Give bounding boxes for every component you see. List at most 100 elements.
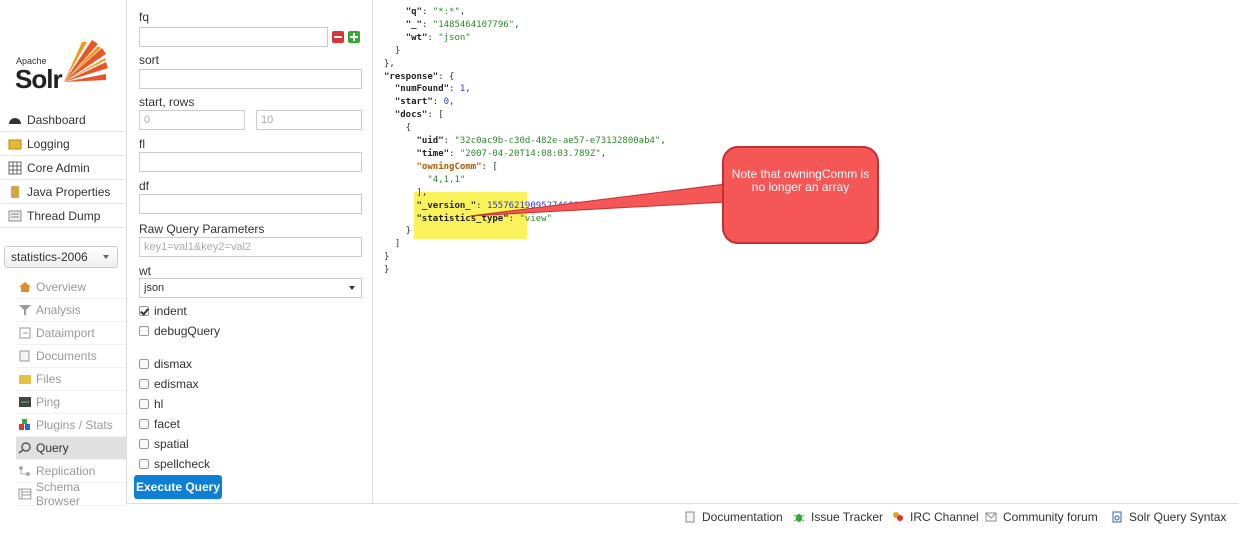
nav-java-properties-label: Java Properties [27, 184, 111, 199]
mail-icon [985, 512, 997, 522]
facet-checkbox[interactable]: facet [139, 417, 180, 431]
debugquery-label: debugQuery [154, 324, 221, 338]
home-icon [19, 282, 31, 292]
bug-icon [793, 514, 805, 522]
hl-label: hl [154, 397, 164, 411]
footer-community-forum-label: Community forum [1003, 510, 1098, 524]
core-menu-query-label: Query [36, 441, 69, 455]
folder-icon [19, 375, 31, 384]
rows-input[interactable]: 10 [256, 110, 362, 130]
wt-label: wt [139, 264, 151, 278]
core-menu-plugins-label: Plugins / Stats [36, 418, 113, 432]
wt-select[interactable]: json [139, 278, 362, 298]
nav-logging[interactable]: Logging [0, 132, 126, 156]
facet-label: facet [154, 417, 181, 431]
dashboard-icon [9, 117, 21, 124]
core-menu-analysis-label: Analysis [36, 303, 81, 317]
edismax-checkbox[interactable]: edismax [139, 377, 199, 391]
footer-issue-tracker-link[interactable]: Issue Tracker [793, 510, 883, 524]
sort-label: sort [139, 53, 160, 67]
core-menu-documents-label: Documents [36, 349, 97, 363]
sort-input[interactable] [139, 69, 362, 89]
core-menu-overview-label: Overview [36, 280, 87, 294]
core-menu-overview[interactable]: Overview [16, 276, 126, 299]
solr-sun-icon [64, 40, 108, 82]
core-selector[interactable]: statistics-2006 [4, 246, 118, 268]
dataimport-icon [19, 327, 31, 339]
syntax-icon [1112, 511, 1122, 523]
java-properties-icon [11, 185, 19, 198]
fl-label: fl [139, 137, 145, 151]
core-menu-query[interactable]: Query [16, 437, 126, 460]
nav-core-admin-label: Core Admin [27, 160, 90, 175]
checkbox-icon [139, 399, 149, 409]
solr-logo[interactable]: Apache Solr [10, 38, 120, 94]
core-menu-files-label: Files [36, 372, 62, 386]
irc-icon [893, 512, 903, 521]
logging-icon [8, 139, 22, 149]
checkbox-checked-icon [139, 306, 149, 316]
replication-icon [19, 466, 30, 476]
footer-solr-query-syntax-link[interactable]: Solr Query Syntax [1111, 510, 1226, 524]
nav-core-admin[interactable]: Core Admin [0, 156, 126, 180]
core-selector-value: statistics-2006 [11, 250, 88, 264]
spellcheck-checkbox[interactable]: spellcheck [139, 457, 210, 471]
df-input[interactable] [139, 194, 362, 214]
nav-thread-dump[interactable]: Thread Dump [0, 204, 126, 228]
df-label: df [139, 179, 150, 193]
fq-input[interactable] [139, 27, 328, 47]
footer-issue-tracker-label: Issue Tracker [811, 510, 884, 524]
documents-icon [19, 350, 30, 362]
core-menu-documents[interactable]: Documents [16, 345, 126, 368]
spatial-checkbox[interactable]: spatial [139, 437, 189, 451]
checkbox-icon [139, 419, 149, 429]
core-menu-plugins[interactable]: Plugins / Stats [16, 414, 126, 437]
footer-documentation-label: Documentation [702, 510, 783, 524]
add-fq-icon[interactable] [348, 31, 360, 43]
plugins-icon [19, 419, 30, 430]
hl-checkbox[interactable]: hl [139, 397, 163, 411]
nav-thread-dump-label: Thread Dump [27, 208, 101, 223]
core-menu-schema-browser[interactable]: Schema Browser [16, 480, 126, 508]
start-input[interactable]: 0 [139, 110, 245, 130]
debugquery-checkbox[interactable]: debugQuery [139, 324, 220, 338]
core-menu-ping[interactable]: Ping [16, 391, 126, 414]
core-menu-files[interactable]: Files [16, 368, 126, 391]
footer-irc-channel-link[interactable]: IRC Channel [892, 510, 979, 524]
query-form-panel: fq sort start, rows 0 10 fl df Raw Query… [126, 0, 373, 503]
core-menu-schema-browser-label: Schema Browser [35, 480, 80, 508]
checkbox-icon [139, 459, 149, 469]
remove-fq-icon[interactable] [332, 31, 344, 43]
raw-params-input[interactable]: key1=val1&key2=val2 [139, 237, 362, 257]
footer-solr-query-syntax-label: Solr Query Syntax [1129, 510, 1227, 524]
wt-select-value: json [144, 282, 165, 294]
checkbox-icon [139, 326, 149, 336]
documentation-icon [685, 511, 695, 523]
core-menu-dataimport-label: Dataimport [36, 326, 95, 340]
fq-label: fq [139, 10, 150, 24]
schema-icon [18, 488, 32, 500]
filter-icon [19, 305, 31, 315]
footer-documentation-link[interactable]: Documentation [684, 510, 783, 524]
core-menu-dataimport[interactable]: Dataimport [16, 322, 126, 345]
thread-dump-icon [8, 210, 22, 221]
dropdown-arrow-icon [349, 286, 355, 290]
footer-community-forum-link[interactable]: Community forum [985, 510, 1098, 524]
logo-solr-text: Solr [15, 64, 63, 94]
callout-pointer [470, 183, 727, 217]
core-menu-replication-label: Replication [36, 464, 96, 478]
dismax-checkbox[interactable]: dismax [139, 357, 192, 371]
nav-logging-label: Logging [27, 136, 70, 151]
json-response: "q": "*:*", "_": "1485464107796", "wt": … [384, 7, 666, 276]
core-admin-icon [8, 161, 22, 174]
checkbox-icon [139, 379, 149, 389]
indent-checkbox[interactable]: indent [139, 304, 187, 318]
core-menu-analysis[interactable]: Analysis [16, 299, 126, 322]
core-menu-ping-label: Ping [36, 395, 61, 409]
nav-dashboard[interactable]: Dashboard [0, 108, 126, 132]
raw-params-label: Raw Query Parameters [139, 222, 265, 236]
nav-dashboard-label: Dashboard [27, 112, 86, 127]
nav-java-properties[interactable]: Java Properties [0, 180, 126, 204]
fl-input[interactable] [139, 152, 362, 172]
execute-query-button[interactable]: Execute Query [134, 475, 222, 499]
